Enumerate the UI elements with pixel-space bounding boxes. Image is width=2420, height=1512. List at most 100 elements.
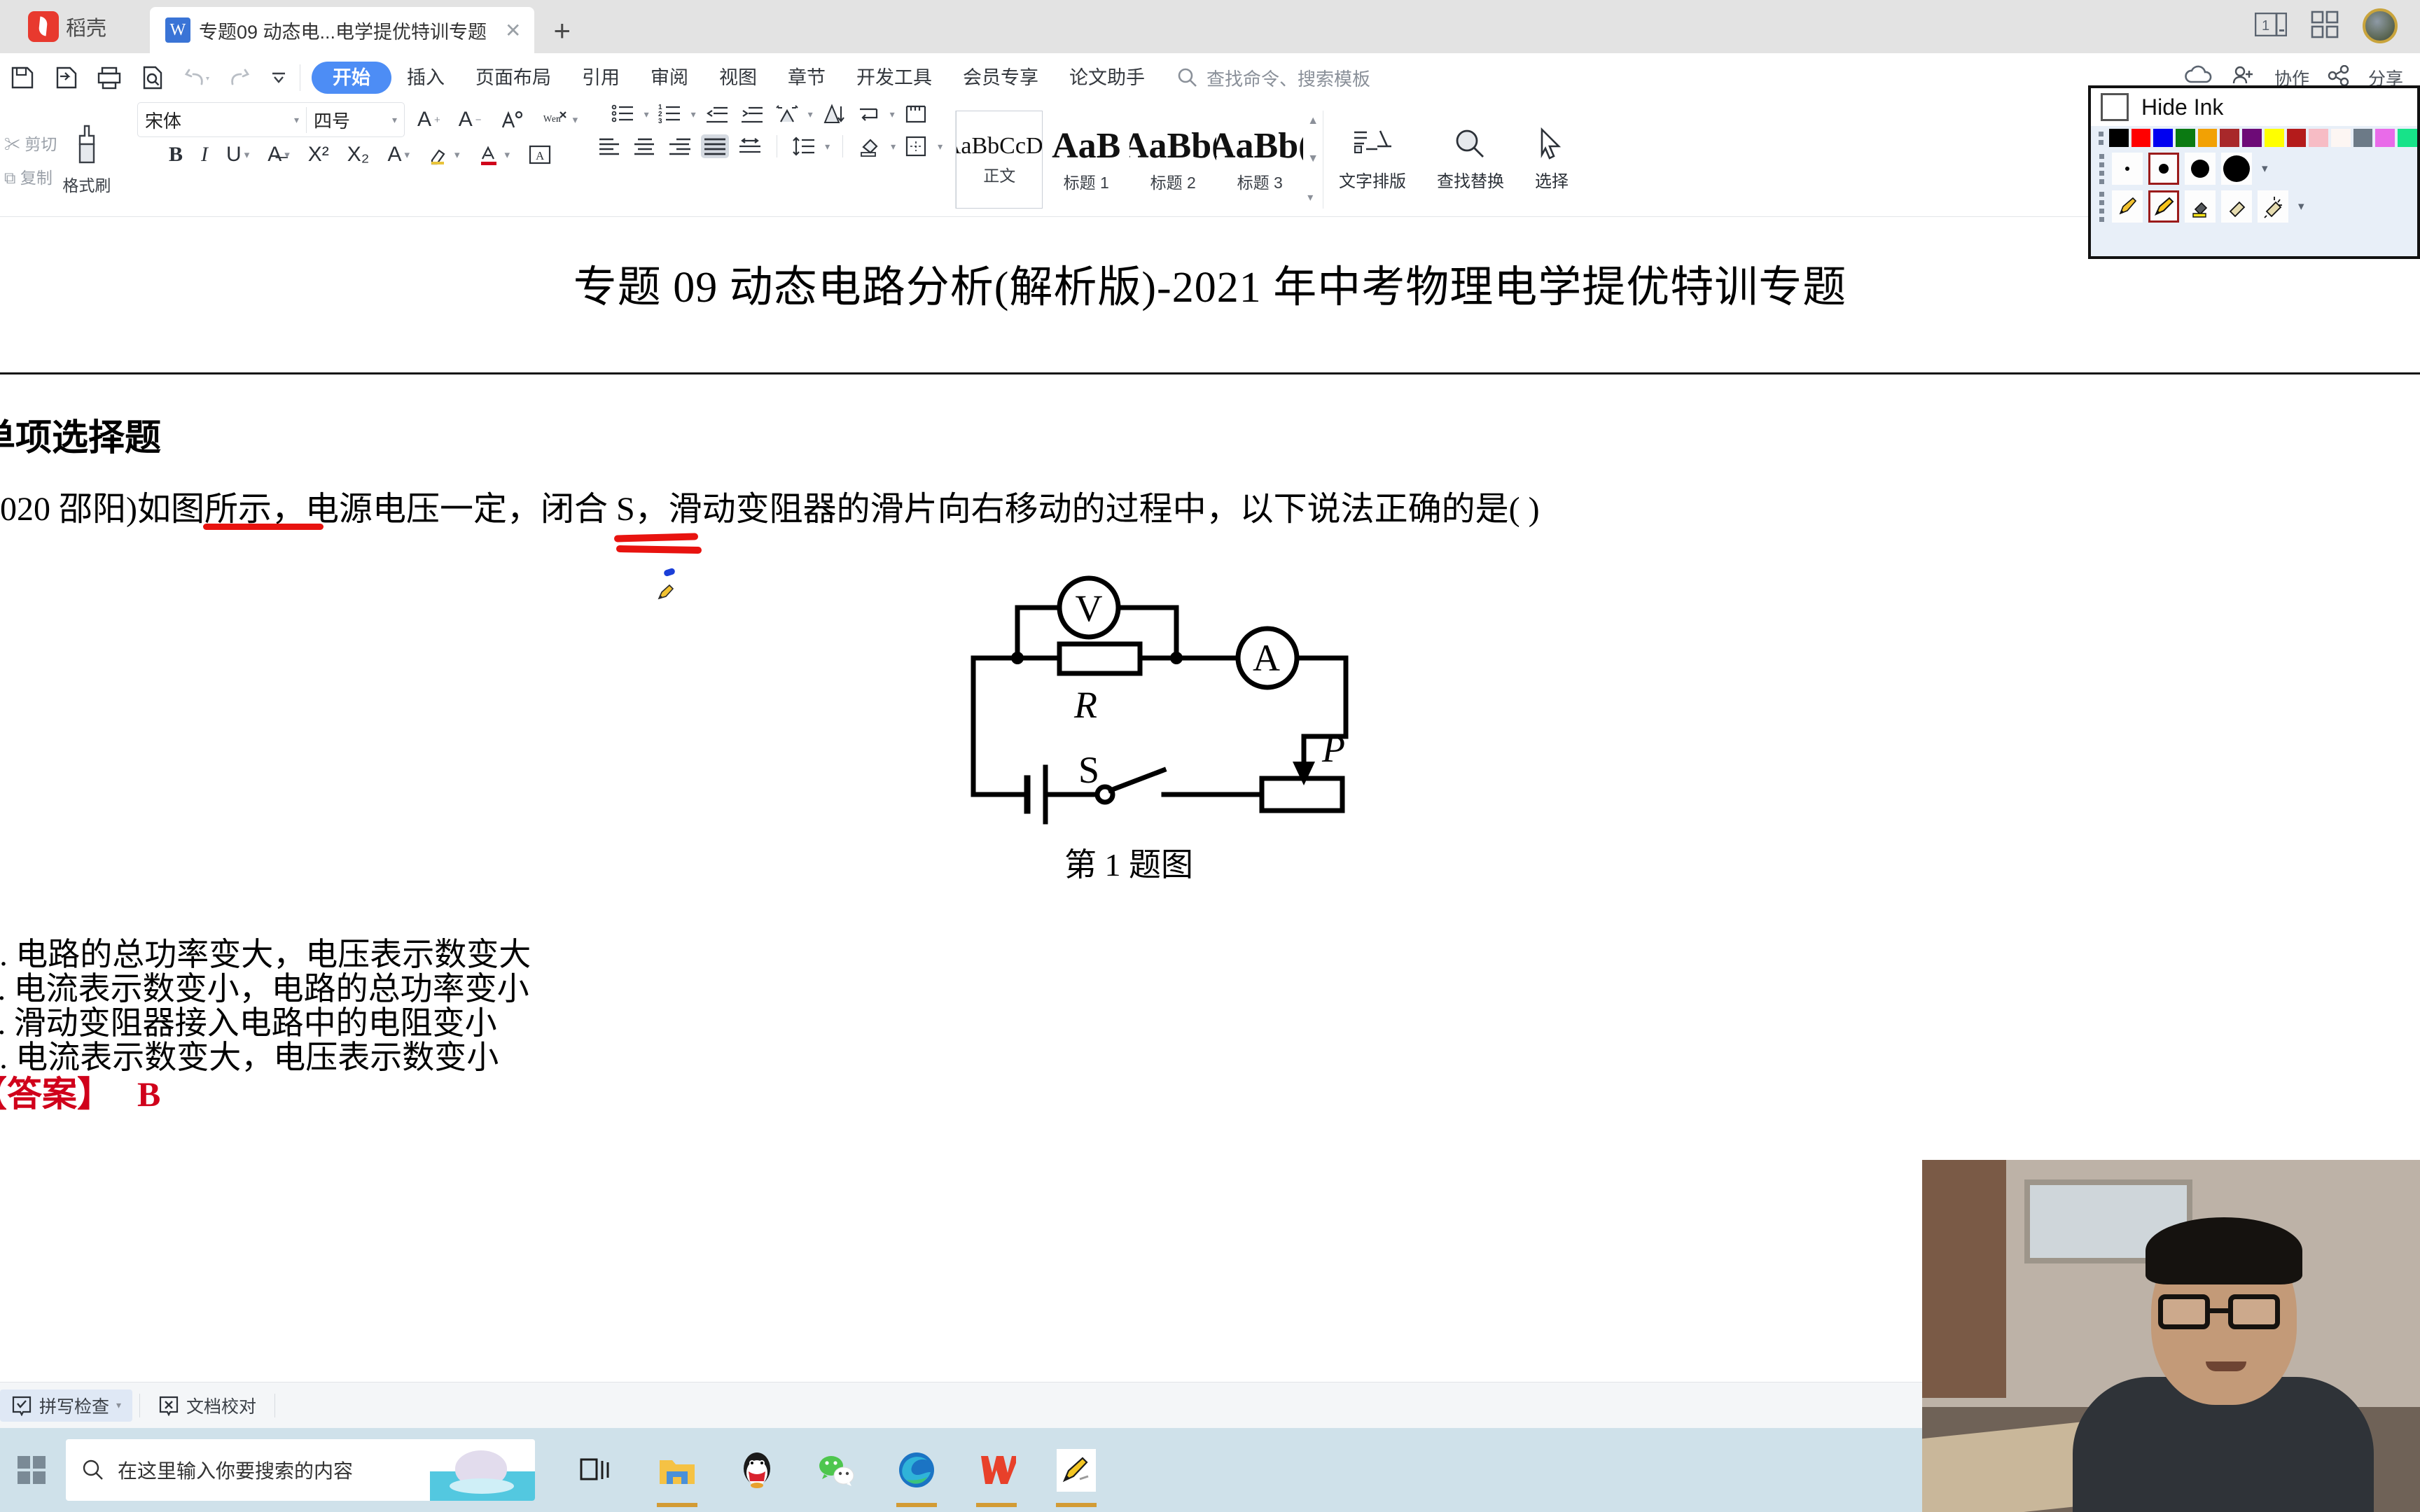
chevron-down-icon[interactable]: ▾ xyxy=(890,108,895,120)
select-button[interactable]: 选择 xyxy=(1520,127,1584,192)
doc-proof-button[interactable]: 文档校对 xyxy=(147,1390,267,1422)
grid-view-icon[interactable] xyxy=(2311,10,2339,42)
wps-icon[interactable] xyxy=(975,1448,1018,1507)
pen-size-s[interactable] xyxy=(2148,153,2179,185)
show-marks-icon[interactable] xyxy=(855,102,883,126)
undo-icon[interactable] xyxy=(183,67,211,88)
tab-insert[interactable]: 插入 xyxy=(391,62,460,94)
ink-color-swatch[interactable] xyxy=(2220,129,2240,147)
font-name-select[interactable]: 宋体 ▾ xyxy=(138,107,306,133)
shrink-font-button[interactable]: A − xyxy=(453,108,487,132)
redo-icon[interactable] xyxy=(230,67,251,88)
chevron-down-icon[interactable]: ▾ xyxy=(691,108,696,120)
bullet-list-icon[interactable] xyxy=(609,102,637,126)
text-layout-button[interactable]: 文字排版 xyxy=(1323,127,1421,192)
underline-button[interactable]: U ▾ xyxy=(221,143,255,167)
ink-color-swatch[interactable] xyxy=(2197,129,2218,147)
close-icon[interactable]: ✕ xyxy=(505,19,521,42)
text-effects-button[interactable]: A ▾ xyxy=(382,143,415,167)
save-as-icon[interactable] xyxy=(53,65,78,90)
format-painter-button[interactable]: 格式刷 xyxy=(62,123,111,196)
numbered-list-icon[interactable]: 123 xyxy=(656,102,684,126)
highlight-color-button[interactable]: ▾ xyxy=(422,144,466,166)
tab-developer[interactable]: 开发工具 xyxy=(841,62,947,94)
italic-button[interactable]: I xyxy=(195,143,214,167)
taskbar-search[interactable]: 在这里输入你要搜索的内容 xyxy=(66,1439,535,1501)
borders-icon[interactable] xyxy=(903,134,931,158)
align-center-icon[interactable] xyxy=(631,134,659,158)
hide-ink-header[interactable]: Hide Ink xyxy=(2091,88,2417,126)
font-color-button[interactable]: ▾ xyxy=(473,144,516,166)
save-icon[interactable] xyxy=(10,65,35,90)
shading-icon[interactable] xyxy=(856,134,884,158)
textbox-button[interactable]: A xyxy=(522,144,557,166)
pen-size-xs[interactable] xyxy=(2112,153,2143,185)
cut-button[interactable]: ✂ 剪切 xyxy=(4,131,57,155)
eraser-icon[interactable] xyxy=(2221,190,2252,223)
phonetic-guide-icon[interactable] xyxy=(494,108,529,132)
chevron-down-icon[interactable]: ▾ xyxy=(808,108,813,120)
decrease-indent-icon[interactable] xyxy=(703,102,731,126)
bold-button[interactable]: B xyxy=(163,143,188,167)
tab-home[interactable]: 开始 xyxy=(312,62,391,94)
style-normal[interactable]: AaBbCcDd 正文 xyxy=(956,110,1043,209)
chevron-down-icon[interactable]: ▾ xyxy=(938,141,943,153)
pen-thick-icon[interactable] xyxy=(2148,190,2179,223)
file-explorer-icon[interactable] xyxy=(655,1448,699,1507)
command-search[interactable]: 查找命令、搜索模板 xyxy=(1177,65,1370,91)
ink-color-swatch[interactable] xyxy=(2131,129,2151,147)
pen-size-m[interactable] xyxy=(2185,153,2216,185)
tab-references[interactable]: 引用 xyxy=(566,62,635,94)
more-caret-icon[interactable] xyxy=(269,68,288,88)
superscript-button[interactable]: X² xyxy=(302,143,335,167)
ink-color-swatch[interactable] xyxy=(2309,129,2329,147)
ink-color-swatch[interactable] xyxy=(2398,129,2417,147)
ink-color-swatch[interactable] xyxy=(2353,129,2373,147)
chevron-down-icon[interactable]: ▾ xyxy=(644,108,649,120)
start-icon[interactable] xyxy=(0,1452,63,1488)
pen-size-l[interactable] xyxy=(2221,153,2252,185)
erase-all-icon[interactable] xyxy=(2258,190,2288,223)
ink-color-swatch[interactable] xyxy=(2286,129,2307,147)
ruler-icon[interactable] xyxy=(902,102,930,126)
single-page-layout-icon[interactable]: 1 xyxy=(2254,12,2288,40)
task-view-icon[interactable] xyxy=(576,1448,619,1492)
sort-icon[interactable] xyxy=(820,102,848,126)
align-left-icon[interactable] xyxy=(596,134,624,158)
ink-tool-more-icon[interactable]: ▾ xyxy=(2298,200,2304,214)
ink-color-swatch[interactable] xyxy=(2331,129,2351,147)
ink-color-swatch[interactable] xyxy=(2264,129,2284,147)
document-tab[interactable]: W 专题09 动态电...电学提优特训专题 ✕ xyxy=(150,7,534,53)
drag-handle[interactable] xyxy=(2096,131,2106,145)
copy-button[interactable]: ⧉ 复制 xyxy=(4,164,57,188)
qq-icon[interactable] xyxy=(735,1448,779,1492)
ink-color-swatch[interactable] xyxy=(2242,129,2262,147)
increase-indent-icon[interactable] xyxy=(738,102,766,126)
ink-size-more-icon[interactable]: ▾ xyxy=(2262,162,2268,176)
scroll-down-icon[interactable]: ▼ xyxy=(1307,153,1319,165)
style-gallery-scroll[interactable]: ▲ ▼ ▾ xyxy=(1303,111,1323,209)
find-replace-button[interactable]: 查找替换 xyxy=(1421,127,1520,192)
grow-font-button[interactable]: A + xyxy=(412,108,446,132)
tab-view[interactable]: 视图 xyxy=(704,62,772,94)
scroll-up-icon[interactable]: ▲ xyxy=(1307,115,1319,127)
highlighter-icon[interactable] xyxy=(2185,190,2216,223)
ink-color-swatch[interactable] xyxy=(2108,129,2129,147)
ink-color-swatch[interactable] xyxy=(2153,129,2174,147)
pen-thin-icon[interactable] xyxy=(2112,190,2143,223)
print-icon[interactable] xyxy=(97,65,122,90)
drag-handle[interactable] xyxy=(2096,153,2106,184)
strikethrough-button[interactable]: A̶ ▾ xyxy=(262,143,295,167)
avatar[interactable] xyxy=(2363,8,2398,43)
align-right-icon[interactable] xyxy=(666,134,694,158)
distribute-icon[interactable] xyxy=(736,134,764,158)
chevron-down-icon[interactable]: ▾ xyxy=(116,1399,121,1411)
tab-review[interactable]: 审阅 xyxy=(635,62,704,94)
clear-format-button[interactable]: ᵂᵉⁿ ▾ xyxy=(536,108,584,132)
hide-ink-checkbox[interactable] xyxy=(2101,93,2129,121)
chevron-down-icon[interactable]: ▾ xyxy=(891,141,896,153)
style-heading3[interactable]: AaBb( 标题 3 xyxy=(1216,111,1303,209)
annotate-pen-icon[interactable] xyxy=(1055,1448,1098,1507)
tab-thesis-helper[interactable]: 论文助手 xyxy=(1054,62,1160,94)
tab-page-layout[interactable]: 页面布局 xyxy=(460,62,566,94)
